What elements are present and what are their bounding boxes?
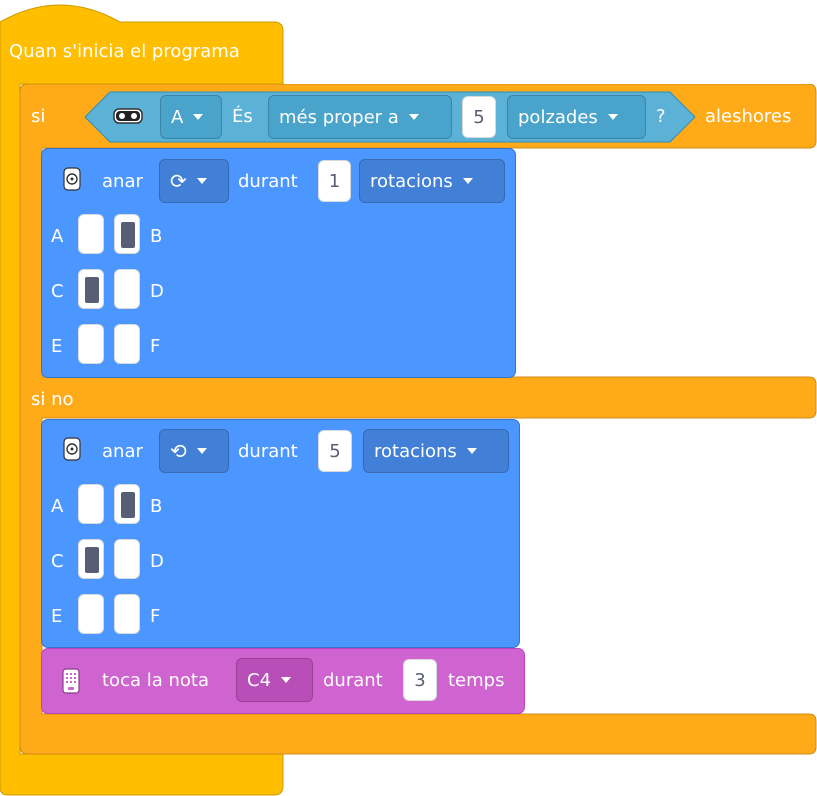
rotate-counterclockwise-icon: ⟲ bbox=[170, 439, 187, 463]
chevron-down-icon bbox=[462, 178, 473, 184]
port-label-a: A bbox=[51, 226, 64, 247]
port-e-toggle[interactable] bbox=[78, 324, 104, 364]
port-label-f: F bbox=[150, 336, 161, 357]
port-label-a: A bbox=[51, 496, 64, 517]
port-c-toggle[interactable] bbox=[78, 539, 104, 579]
distance-value: 5 bbox=[473, 106, 485, 128]
sensor-port-value: A bbox=[171, 106, 184, 128]
play-note-label: toca la nota bbox=[102, 670, 209, 691]
unit-dropdown[interactable]: polzades bbox=[507, 95, 646, 139]
sensor-port-dropdown[interactable]: A bbox=[160, 95, 222, 139]
question-mark: ? bbox=[656, 106, 666, 127]
chevron-down-icon bbox=[193, 114, 204, 120]
rotations-value: 1 bbox=[328, 170, 341, 192]
port-e-toggle[interactable] bbox=[78, 594, 104, 634]
hub-speaker-icon bbox=[62, 668, 80, 694]
port-label-b: B bbox=[150, 496, 163, 517]
chevron-down-icon bbox=[281, 677, 292, 683]
durant-label: durant bbox=[238, 441, 298, 462]
rotations-unit-value: rotacions bbox=[370, 170, 453, 192]
port-b-toggle[interactable] bbox=[114, 484, 140, 524]
rotations-value-input[interactable]: 1 bbox=[318, 160, 351, 202]
rotations-unit-value: rotacions bbox=[374, 440, 457, 462]
port-f-toggle[interactable] bbox=[114, 594, 140, 634]
port-f-toggle[interactable] bbox=[114, 324, 140, 364]
anar-label: anar bbox=[102, 171, 143, 192]
port-label-e: E bbox=[51, 336, 63, 357]
note-value: C4 bbox=[247, 669, 272, 691]
port-d-toggle[interactable] bbox=[114, 539, 140, 579]
chevron-down-icon bbox=[408, 114, 419, 120]
chevron-down-icon bbox=[607, 114, 618, 120]
then-label: aleshores bbox=[705, 106, 792, 127]
rotations-value-input[interactable]: 5 bbox=[318, 430, 352, 472]
port-label-b: B bbox=[150, 226, 163, 247]
rotate-clockwise-icon: ⟳ bbox=[170, 169, 187, 193]
distance-value-input[interactable]: 5 bbox=[462, 96, 496, 138]
beats-value: 3 bbox=[414, 669, 426, 691]
port-d-toggle[interactable] bbox=[114, 269, 140, 309]
port-a-toggle[interactable] bbox=[78, 484, 104, 524]
dual-motor-icon bbox=[63, 437, 81, 461]
direction-dropdown[interactable]: ⟳ bbox=[159, 159, 229, 203]
anar-label: anar bbox=[102, 441, 143, 462]
comparison-dropdown[interactable]: més proper a bbox=[268, 95, 452, 139]
port-label-c: C bbox=[51, 281, 64, 302]
port-c-toggle[interactable] bbox=[78, 269, 104, 309]
rotations-unit-dropdown[interactable]: rotacions bbox=[363, 429, 509, 473]
dual-motor-icon bbox=[63, 167, 81, 191]
port-a-toggle[interactable] bbox=[78, 214, 104, 254]
distance-sensor-icon bbox=[113, 106, 143, 126]
hat-label: Quan s'inicia el programa bbox=[9, 41, 240, 62]
unit-value: polzades bbox=[518, 106, 598, 128]
port-label-c: C bbox=[51, 551, 64, 572]
durant-label: durant bbox=[323, 670, 383, 691]
port-label-f: F bbox=[150, 606, 161, 627]
port-label-d: D bbox=[150, 551, 164, 572]
rotations-unit-dropdown[interactable]: rotacions bbox=[359, 159, 505, 203]
if-label: si bbox=[31, 106, 46, 127]
else-label: si no bbox=[31, 389, 74, 410]
beats-unit-label: temps bbox=[448, 670, 505, 691]
note-dropdown[interactable]: C4 bbox=[236, 658, 313, 702]
port-b-toggle[interactable] bbox=[114, 214, 140, 254]
rotations-value: 5 bbox=[329, 440, 341, 462]
es-label: És bbox=[232, 106, 253, 127]
chevron-down-icon bbox=[196, 448, 207, 454]
chevron-down-icon bbox=[196, 178, 207, 184]
beats-value-input[interactable]: 3 bbox=[403, 659, 437, 701]
comparison-value: més proper a bbox=[279, 106, 399, 128]
port-label-e: E bbox=[51, 606, 63, 627]
chevron-down-icon bbox=[466, 448, 477, 454]
direction-dropdown[interactable]: ⟲ bbox=[159, 429, 229, 473]
durant-label: durant bbox=[238, 171, 298, 192]
port-label-d: D bbox=[150, 281, 164, 302]
